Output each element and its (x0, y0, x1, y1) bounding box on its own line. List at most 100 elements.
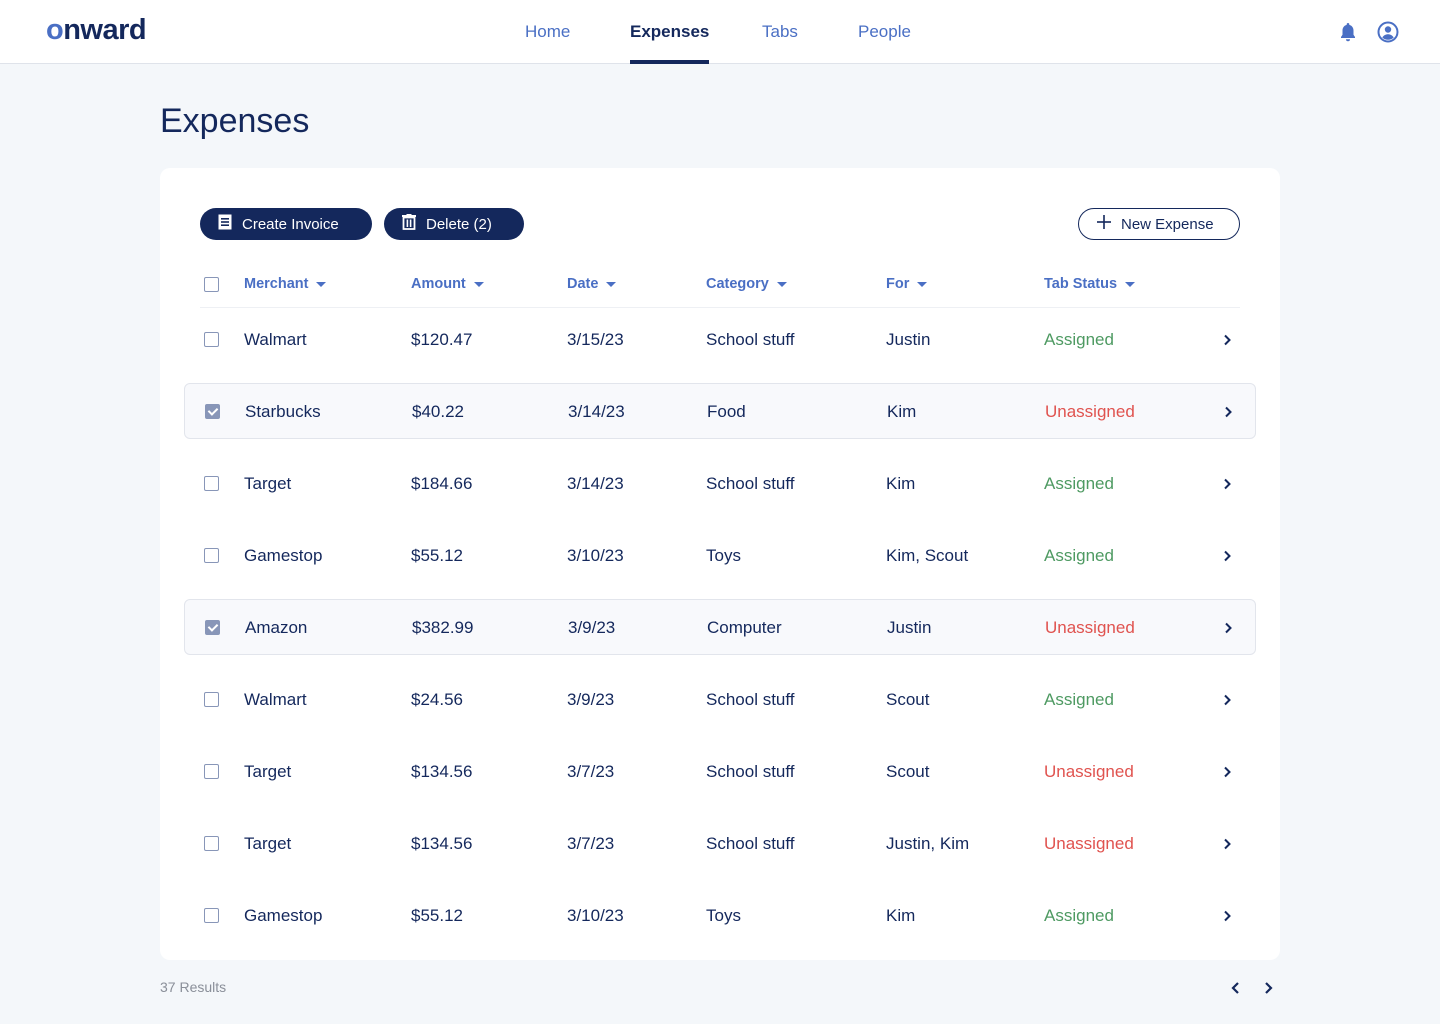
cell-category: Toys (706, 906, 741, 925)
chevron-right-icon[interactable] (1221, 405, 1235, 419)
cell-category: School stuff (706, 690, 795, 709)
row-checkbox[interactable] (204, 332, 219, 347)
chevron-left-icon[interactable] (1227, 979, 1245, 997)
bell-icon[interactable] (1336, 20, 1360, 44)
cell-for: Kim, Scout (886, 546, 969, 565)
cell-category: Food (707, 402, 746, 421)
cell-category: School stuff (706, 834, 795, 853)
chevron-right-icon[interactable] (1220, 549, 1234, 563)
chevron-right-icon[interactable] (1220, 837, 1234, 851)
cell-amount: $55.12 (411, 906, 463, 925)
row-checkbox[interactable] (204, 836, 219, 851)
cell-tab-status: Assigned (1044, 474, 1114, 493)
cell-date: 3/14/23 (568, 402, 625, 421)
table-row[interactable]: Gamestop $55.12 3/10/23 Toys Kim Assigned (184, 888, 1256, 944)
user-circle-icon[interactable] (1376, 20, 1400, 44)
main-nav: Home Expenses Tabs People (0, 0, 1440, 64)
chevron-right-icon[interactable] (1220, 909, 1234, 923)
cell-date: 3/7/23 (567, 762, 615, 781)
table-row[interactable]: Walmart $120.47 3/15/23 School stuff Justin A… (184, 312, 1256, 368)
cell-amount: $134.56 (411, 834, 473, 853)
column-header-merchant[interactable]: Merchant (244, 276, 327, 292)
cell-date: 3/10/23 (567, 906, 624, 925)
nav-tab-tabs[interactable]: Tabs (762, 0, 798, 64)
row-checkbox[interactable] (205, 404, 220, 419)
chevron-right-icon[interactable] (1220, 693, 1234, 707)
chevron-right-icon[interactable] (1220, 477, 1234, 491)
cell-for: Scout (886, 690, 930, 709)
caret-down-icon (776, 281, 787, 287)
cell-for: Justin, Kim (886, 834, 970, 853)
cell-tab-status: Unassigned (1045, 618, 1135, 637)
plus-icon (1097, 215, 1111, 233)
cell-date: 3/14/23 (567, 474, 624, 493)
cell-for: Kim (886, 474, 916, 493)
table-row[interactable]: Starbucks $40.22 3/14/23 Food Kim Unassigned (184, 383, 1256, 439)
cell-tab-status: Assigned (1044, 690, 1114, 709)
table-row[interactable]: Target $134.56 3/7/23 School stuff Scout Unas… (184, 744, 1256, 800)
cell-date: 3/9/23 (567, 690, 615, 709)
table-row[interactable]: Target $184.66 3/14/23 School stuff Kim Assig… (184, 456, 1256, 512)
caret-down-icon (917, 281, 928, 287)
table-row[interactable]: Walmart $24.56 3/9/23 School stuff Scout Assi… (184, 672, 1256, 728)
cell-merchant: Target (244, 834, 292, 853)
row-checkbox[interactable] (204, 764, 219, 779)
chevron-right-icon[interactable] (1220, 333, 1234, 347)
chevron-right-icon[interactable] (1220, 765, 1234, 779)
cell-for: Justin (886, 330, 931, 349)
column-header-amount[interactable]: Amount (411, 276, 484, 292)
cell-date: 3/7/23 (567, 834, 615, 853)
cell-amount: $55.12 (411, 546, 463, 565)
cell-for: Kim (887, 402, 917, 421)
nav-tab-people[interactable]: People (858, 0, 911, 64)
nav-tab-home[interactable]: Home (525, 0, 570, 64)
table-header: Merchant Amount Date Category For Tab St… (200, 268, 1240, 308)
cell-category: Computer (707, 618, 782, 637)
cell-date: 3/9/23 (568, 618, 616, 637)
cell-for: Kim (886, 906, 916, 925)
table-row[interactable]: Amazon $382.99 3/9/23 Computer Justin Unassig… (184, 599, 1256, 655)
select-all-checkbox[interactable] (204, 277, 219, 292)
column-header-date[interactable]: Date (567, 276, 617, 292)
caret-down-icon (606, 281, 617, 287)
row-checkbox[interactable] (204, 692, 219, 707)
column-header-category[interactable]: Category (706, 276, 787, 292)
cell-tab-status: Unassigned (1044, 834, 1134, 853)
cell-amount: $120.47 (411, 330, 473, 349)
cell-merchant: Target (244, 474, 292, 493)
delete-label: Delete (2) (426, 215, 492, 233)
table-row[interactable]: Gamestop $55.12 3/10/23 Toys Kim, Scout Assig… (184, 528, 1256, 584)
cell-merchant: Gamestop (244, 906, 323, 925)
results-count: 37 Results (160, 979, 227, 995)
row-checkbox[interactable] (204, 908, 219, 923)
nav-tab-expenses[interactable]: Expenses (630, 0, 710, 64)
column-header-tab-status[interactable]: Tab Status (1044, 276, 1136, 292)
invoice-icon (218, 214, 232, 234)
row-checkbox[interactable] (204, 548, 219, 563)
cell-category: School stuff (706, 330, 795, 349)
cell-merchant: Target (244, 762, 292, 781)
trash-icon (402, 214, 416, 234)
row-checkbox[interactable] (204, 476, 219, 491)
new-expense-button[interactable]: New Expense (1078, 208, 1240, 240)
expenses-table: Merchant Amount Date Category For Tab St… (184, 268, 1256, 925)
cell-category: Toys (706, 546, 741, 565)
caret-down-icon (1125, 281, 1136, 287)
cell-merchant: Walmart (244, 690, 307, 709)
cell-merchant: Gamestop (244, 546, 323, 565)
chevron-right-icon[interactable] (1221, 621, 1235, 635)
caret-down-icon (473, 281, 484, 287)
row-checkbox[interactable] (205, 620, 220, 635)
table-row[interactable]: Target $134.56 3/7/23 School stuff Justin, K… (184, 816, 1256, 872)
cell-category: School stuff (706, 474, 795, 493)
column-header-for[interactable]: For (886, 276, 928, 292)
cell-tab-status: Unassigned (1045, 402, 1135, 421)
cell-category: School stuff (706, 762, 795, 781)
cell-for: Justin (887, 618, 932, 637)
top-navigation-bar: onward Home Expenses Tabs People (0, 0, 1440, 64)
delete-button[interactable]: Delete (2) (384, 208, 524, 240)
create-invoice-button[interactable]: Create Invoice (200, 208, 372, 240)
caret-down-icon (316, 281, 327, 287)
chevron-right-icon[interactable] (1259, 979, 1277, 997)
cell-merchant: Amazon (245, 618, 308, 637)
